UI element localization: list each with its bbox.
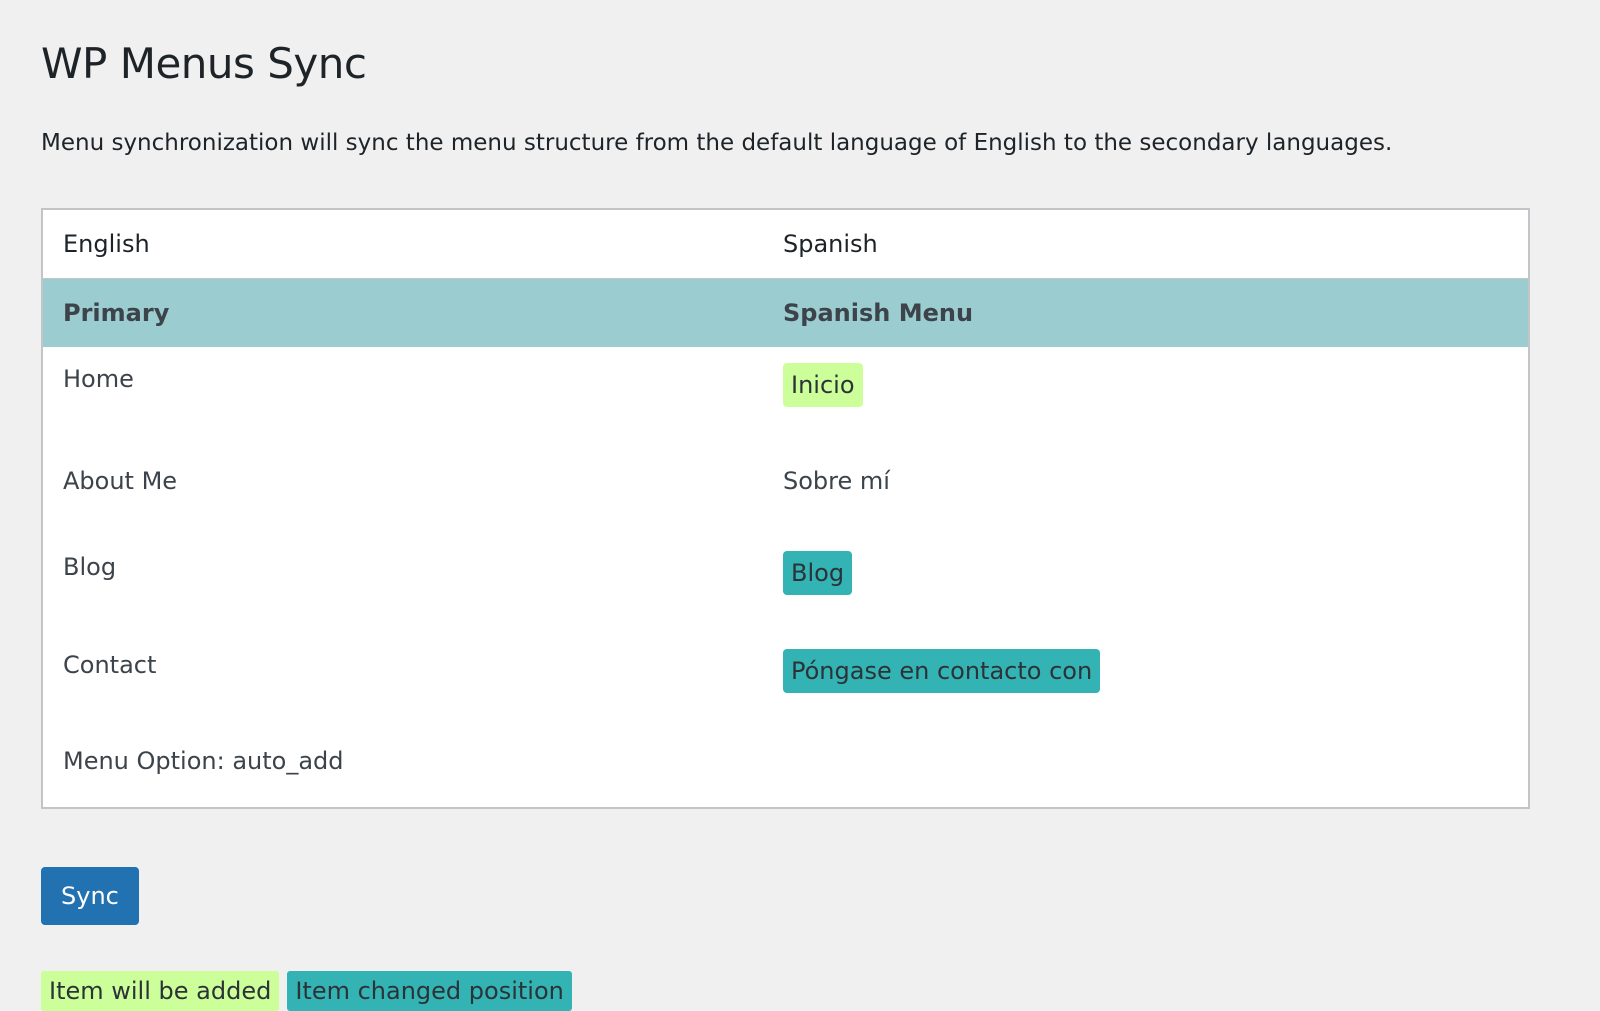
page-description: Menu synchronization will sync the menu … <box>41 130 1393 156</box>
spanish-item-moved: Blog <box>783 551 853 595</box>
menu-sync-table: English Spanish Primary Spanish Menu Hom… <box>41 208 1530 809</box>
table-header-row: English Spanish <box>42 209 1529 279</box>
menu-option-row: Menu Option: auto_add <box>42 729 1529 808</box>
spanish-item-cell: Blog <box>763 535 1529 633</box>
spanish-item-added: Inicio <box>783 363 863 407</box>
spanish-item-cell: Póngase en contacto con <box>763 633 1529 729</box>
english-item: Home <box>63 365 134 393</box>
english-item: Contact <box>63 651 157 679</box>
table-row: About Me Sobre mí <box>42 445 1529 535</box>
menu-name-row: Primary Spanish Menu <box>42 278 1529 347</box>
legend: Item will be added Item changed position <box>41 971 1600 1011</box>
table-row: Blog Blog <box>42 535 1529 633</box>
table-row: Home Inicio <box>42 347 1529 445</box>
page: WP Menus Sync Menu synchronization will … <box>0 0 1600 1011</box>
legend-added: Item will be added <box>41 971 280 1011</box>
column-header-spanish: Spanish <box>763 209 1529 279</box>
menu-name-spanish: Spanish Menu <box>763 278 1529 347</box>
spanish-item-moved: Póngase en contacto con <box>783 649 1101 693</box>
table-row: Contact Póngase en contacto con <box>42 633 1529 729</box>
menu-name-english: Primary <box>42 278 763 347</box>
english-item: Blog <box>63 553 117 581</box>
spanish-item: Sobre mí <box>783 467 890 495</box>
spanish-item-cell: Inicio <box>763 347 1529 445</box>
english-item: About Me <box>63 467 178 495</box>
page-title: WP Menus Sync <box>41 39 367 88</box>
sync-button[interactable]: Sync <box>41 867 139 925</box>
column-header-english: English <box>42 209 763 279</box>
legend-moved: Item changed position <box>287 971 572 1011</box>
menu-option-empty <box>763 729 1529 808</box>
menu-option-label: Menu Option: auto_add <box>63 747 344 775</box>
